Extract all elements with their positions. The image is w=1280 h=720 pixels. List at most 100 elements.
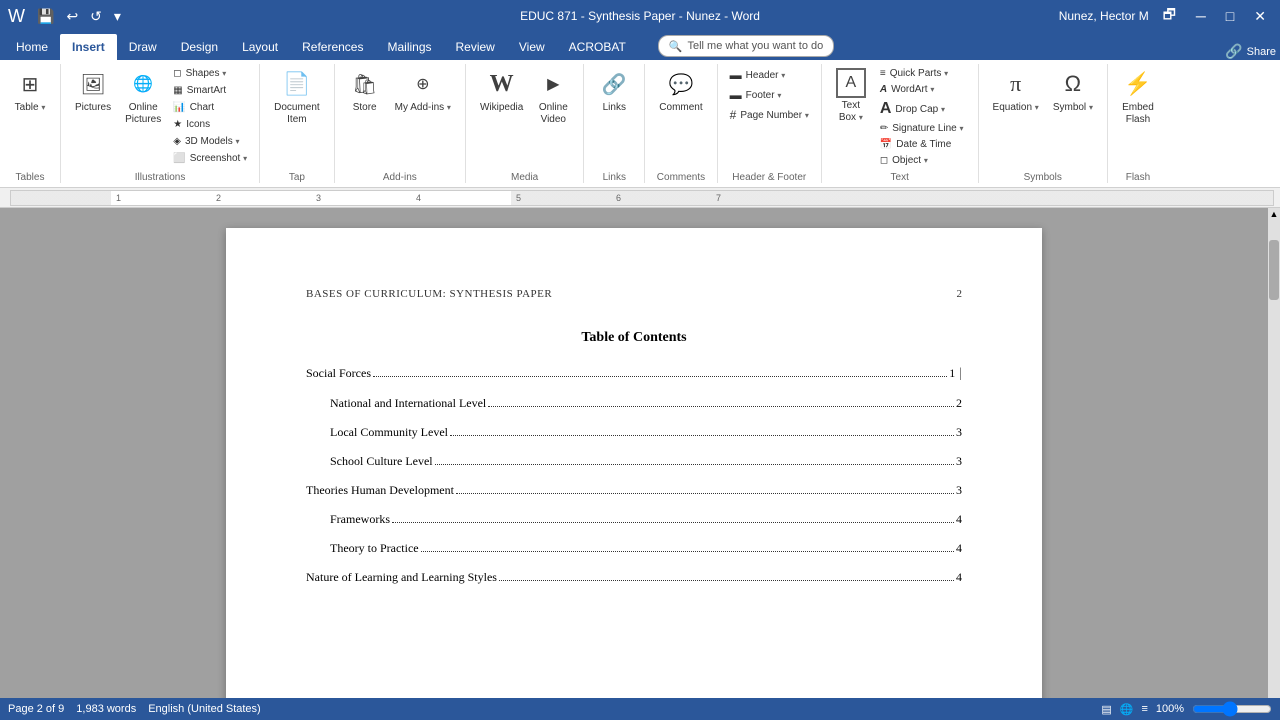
screenshot-button[interactable]: ⬜ Screenshot ▾ [169,151,251,166]
screenshot-icon: ⬜ [173,153,185,164]
equation-label: Equation ▾ [993,102,1039,114]
group-flash: ⚡ EmbedFlash Flash [1108,64,1168,183]
table-button[interactable]: ⊞ Table ▾ [8,64,52,118]
text-box-button[interactable]: A TextBox ▾ [830,64,872,128]
tab-view[interactable]: View [507,34,557,60]
embed-flash-button[interactable]: ⚡ EmbedFlash [1116,64,1160,130]
3d-models-button[interactable]: ◈ 3D Models ▾ [169,134,251,149]
store-icon: 🛍 [349,68,381,100]
pictures-button[interactable]: 🖼 Pictures [69,64,117,118]
tab-insert[interactable]: Insert [60,34,117,60]
my-addins-button[interactable]: ⊕ My Add-ins ▾ [389,64,457,118]
word-count: 1,983 words [76,703,136,715]
equation-button[interactable]: π Equation ▾ [987,64,1045,118]
toc-dots [435,464,954,465]
ruler: 1 2 3 4 5 6 7 [0,188,1280,208]
tab-design[interactable]: Design [169,34,230,60]
toc-page: 4 [956,541,962,556]
scroll-up-button[interactable]: ▲ [1268,208,1280,220]
maximize-button[interactable]: □ [1220,8,1240,24]
object-label: Object ▾ [892,155,928,166]
toc-entry-social-forces: Social Forces 1 | [306,366,962,382]
tab-acrobat[interactable]: ACROBAT [557,34,638,60]
footer-button[interactable]: ▬ Footer ▾ [726,86,813,104]
signature-line-button[interactable]: ✏ Signature Line ▾ [876,121,968,136]
smartart-button[interactable]: ▦ SmartArt [169,83,251,98]
toc-entry-frameworks: Frameworks 4 [306,512,962,527]
user-name: Nunez, Hector M [1059,9,1149,23]
toc-label: Theories Human Development [306,483,454,498]
view-outline-icon[interactable]: ≡ [1141,703,1147,715]
wordart-button[interactable]: A WordArt ▾ [876,82,968,97]
group-tap: 📄 DocumentItem Tap [260,64,335,183]
restore-down-button[interactable]: 🗗 [1157,4,1182,28]
drop-cap-button[interactable]: A Drop Cap ▾ [876,98,968,120]
pictures-label: Pictures [75,102,111,114]
vertical-scrollbar[interactable]: ▲ [1268,208,1280,698]
undo-button[interactable]: ↩ [62,6,82,27]
search-icon: 🔍 [669,40,683,53]
title-bar-title: EDUC 871 - Synthesis Paper - Nunez - Wor… [520,9,760,23]
tab-home[interactable]: Home [4,34,60,60]
close-button[interactable]: ✕ [1248,8,1272,25]
links-button[interactable]: 🔗 Links [592,64,636,118]
tab-references[interactable]: References [290,34,375,60]
tell-me-box[interactable]: 🔍 Tell me what you want to do [658,35,834,57]
zoom-level: 100% [1156,703,1184,715]
shapes-icon: ◻ [173,68,181,79]
illustrations-group-label: Illustrations [135,172,186,183]
page-number-button[interactable]: # Page Number ▾ [726,106,813,124]
tab-draw[interactable]: Draw [117,34,169,60]
embed-flash-icon: ⚡ [1122,68,1154,100]
minimize-button[interactable]: ─ [1190,8,1212,24]
online-video-label: OnlineVideo [539,102,568,126]
store-button[interactable]: 🛍 Store [343,64,387,118]
tables-group-label: Tables [16,172,45,183]
symbol-button[interactable]: Ω Symbol ▾ [1047,64,1099,118]
wikipedia-icon: W [486,68,518,100]
save-button[interactable]: 💾 [33,6,58,27]
chart-icon: 📊 [173,102,185,113]
tab-layout[interactable]: Layout [230,34,290,60]
toc-label: Local Community Level [330,425,448,440]
horizontal-ruler: 1 2 3 4 5 6 7 [10,190,1274,206]
toc-entry-national: National and International Level 2 [306,396,962,411]
object-button[interactable]: ◻ Object ▾ [876,153,968,168]
page-number-icon: # [730,108,737,122]
document-title: EDUC 871 - Synthesis Paper - Nunez - Wor… [520,9,760,23]
header-footer-group-label: Header & Footer [732,172,806,183]
customize-qat-button[interactable]: ▾ [110,6,125,27]
document-item-button[interactable]: 📄 DocumentItem [268,64,326,130]
wikipedia-label: Wikipedia [480,102,523,114]
zoom-slider[interactable] [1192,704,1272,714]
shapes-button[interactable]: ◻ Shapes ▾ [169,66,251,81]
online-pictures-button[interactable]: 🌐 OnlinePictures [119,64,167,130]
redo-button[interactable]: ↺ [86,6,106,27]
tab-review[interactable]: Review [444,34,507,60]
chart-button[interactable]: 📊 Chart [169,100,251,115]
quick-parts-button[interactable]: ≡ Quick Parts ▾ [876,66,968,81]
page-indicator: Page 2 of 9 [8,703,64,715]
drop-cap-label: Drop Cap ▾ [895,104,945,115]
quick-access-toolbar: W 💾 ↩ ↺ ▾ [8,6,125,27]
tab-mailings[interactable]: Mailings [375,34,443,60]
toc-dots [499,580,954,581]
share-icon: 🔗 [1225,43,1242,60]
document-scroll[interactable]: BASES OF CURRICULUM: SYNTHESIS PAPER 2 T… [0,208,1268,698]
group-addins: 🛍 Store ⊕ My Add-ins ▾ Add-ins [335,64,466,183]
date-time-button[interactable]: 📅 Date & Time [876,137,968,152]
icons-button[interactable]: ★ Icons [169,117,251,132]
scrollbar-thumb[interactable] [1269,240,1279,300]
online-video-button[interactable]: ▶ OnlineVideo [531,64,575,130]
toc-entry-school: School Culture Level 3 [306,454,962,469]
comment-button[interactable]: 💬 Comment [653,64,708,118]
header-button[interactable]: ▬ Header ▾ [726,66,813,84]
store-label: Store [353,102,377,114]
language-indicator: English (United States) [148,703,261,715]
group-header-footer: ▬ Header ▾ ▬ Footer ▾ # Page Number ▾ He… [718,64,822,183]
view-web-icon[interactable]: 🌐 [1120,703,1134,716]
header-icon: ▬ [730,68,742,82]
toc-label: Frameworks [330,512,390,527]
wikipedia-button[interactable]: W Wikipedia [474,64,529,118]
view-normal-icon[interactable]: ▤ [1101,703,1111,716]
